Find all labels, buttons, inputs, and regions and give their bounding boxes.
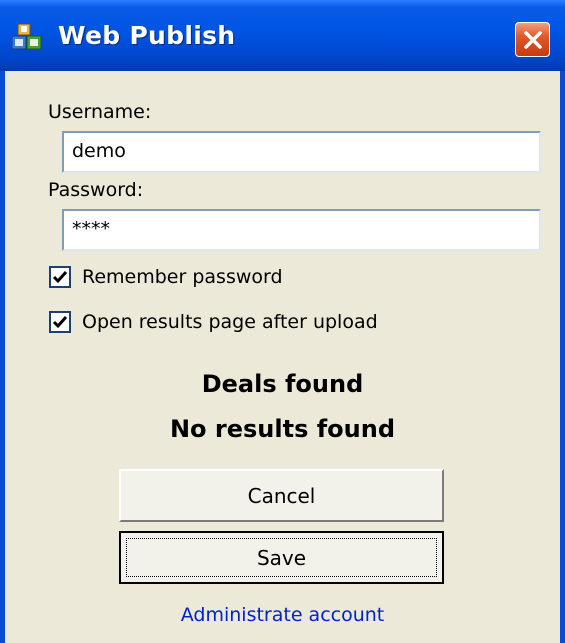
close-icon	[523, 30, 542, 49]
checkmark-icon	[52, 316, 68, 329]
remember-password-label[interactable]: Remember password	[82, 266, 283, 288]
dialog-body: Username: demo Password: **** Remember p…	[5, 71, 560, 643]
username-label: Username:	[48, 101, 152, 123]
window-frame-right	[560, 71, 565, 643]
deals-found-text: Deals found	[201, 370, 364, 398]
web-publish-dialog: Web Publish Username: demo Password: ***…	[0, 0, 565, 643]
open-results-checkbox[interactable]	[49, 311, 71, 333]
title-bar[interactable]: Web Publish	[0, 0, 565, 71]
cancel-button[interactable]: Cancel	[119, 469, 444, 522]
password-label: Password:	[48, 179, 144, 201]
username-field[interactable]: demo	[62, 131, 541, 173]
remember-password-checkbox[interactable]	[49, 266, 71, 288]
window-title: Web Publish	[58, 21, 236, 50]
password-field[interactable]: ****	[62, 209, 541, 251]
administrate-account-link[interactable]: Administrate account	[5, 604, 560, 626]
checkmark-icon	[52, 271, 68, 284]
cancel-button-label: Cancel	[247, 483, 316, 508]
web-publish-app-icon	[11, 23, 42, 50]
open-results-label[interactable]: Open results page after upload	[82, 311, 378, 333]
no-results-text: No results found	[169, 415, 396, 443]
save-button[interactable]: Save	[119, 531, 444, 584]
focus-rectangle	[126, 538, 437, 577]
close-button[interactable]	[515, 22, 550, 57]
